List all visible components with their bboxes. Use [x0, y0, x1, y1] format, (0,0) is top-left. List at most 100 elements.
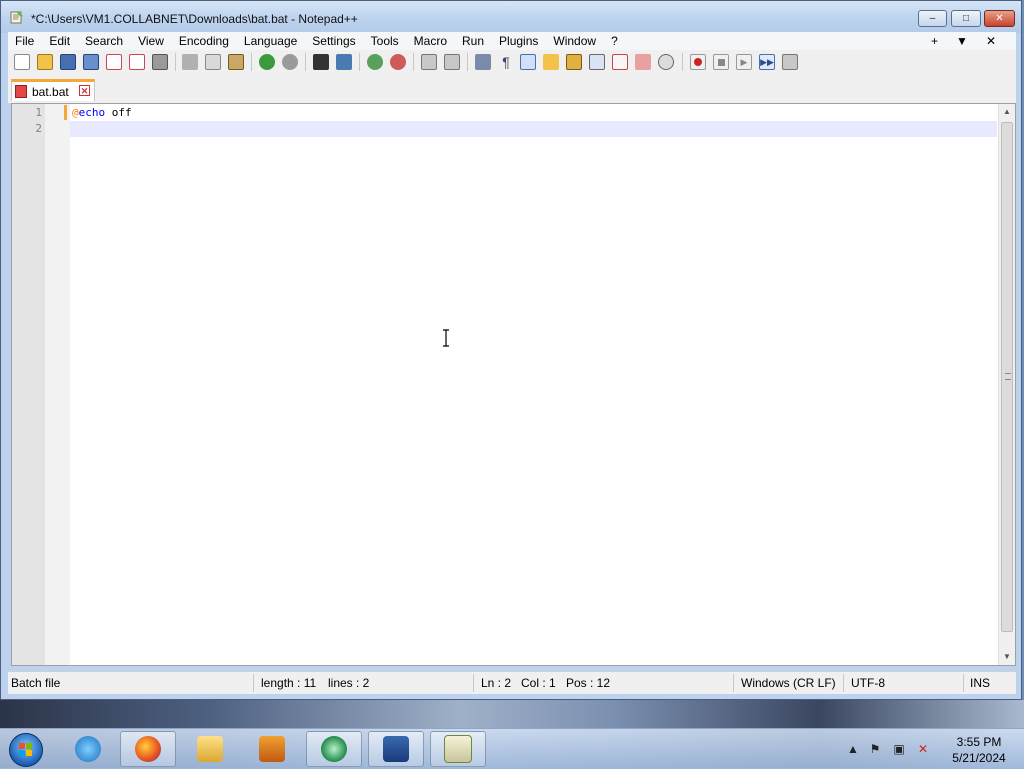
monitoring-icon[interactable] [635, 54, 651, 70]
play-macro-icon[interactable]: ▶ [736, 54, 752, 70]
notepadpp-app-icon [10, 11, 23, 24]
menu-window[interactable]: Window [546, 32, 604, 50]
menu-edit[interactable]: Edit [42, 32, 78, 50]
scroll-thumb[interactable] [1001, 122, 1013, 632]
taskbar-firefox[interactable] [120, 731, 176, 767]
print-icon[interactable] [152, 54, 168, 70]
menu-bar: File Edit Search View Encoding Language … [8, 32, 1016, 50]
record-dot [694, 58, 702, 66]
sync-horizontal-icon[interactable] [444, 54, 460, 70]
menu-plugins[interactable]: Plugins [492, 32, 546, 50]
menu-run[interactable]: Run [455, 32, 492, 50]
toolbar: ¶ ▶ ▶▶ [8, 50, 1016, 76]
code-line[interactable]: @echo off [72, 106, 132, 119]
tab-list-dropdown-icon[interactable]: ▼ [956, 32, 968, 50]
save-icon[interactable] [60, 54, 76, 70]
user-language-icon[interactable] [543, 54, 559, 70]
status-eol[interactable]: Windows (CR LF) [741, 676, 836, 690]
stop-macro-icon[interactable] [713, 54, 729, 70]
scroll-down-icon[interactable]: ▼ [999, 649, 1015, 665]
eye-icon[interactable] [658, 54, 674, 70]
close-button[interactable]: ✕ [984, 10, 1015, 27]
taskbar-file-explorer[interactable] [182, 731, 238, 767]
batch-at-symbol: @ [72, 106, 79, 119]
menu-tools[interactable]: Tools [364, 32, 407, 50]
status-ln: Ln : 2 [481, 676, 512, 690]
scroll-up-icon[interactable]: ▲ [999, 104, 1015, 120]
menu-help[interactable]: ? [604, 32, 626, 50]
window-title: *C:\Users\VM1.COLLABNET\Downloads\bat.ba… [31, 12, 358, 26]
save-all-icon[interactable] [83, 54, 99, 70]
undo-icon[interactable] [259, 54, 275, 70]
start-button[interactable] [9, 733, 43, 767]
document-map-icon[interactable] [566, 54, 582, 70]
menu-encoding[interactable]: Encoding [172, 32, 237, 50]
new-file-icon[interactable] [14, 54, 30, 70]
show-hidden-icons-icon[interactable]: ▲ [846, 742, 860, 756]
function-list-icon[interactable] [589, 54, 605, 70]
network-icon[interactable]: ▣ [892, 742, 906, 756]
title-bar[interactable]: *C:\Users\VM1.COLLABNET\Downloads\bat.ba… [1, 1, 1021, 33]
zoom-out-icon[interactable] [390, 54, 406, 70]
action-center-flag-icon[interactable]: ⚑ [868, 742, 882, 756]
tab-close-icon[interactable]: ✕ [79, 85, 90, 96]
menu-macro[interactable]: Macro [407, 32, 455, 50]
menu-file[interactable]: File [8, 32, 42, 50]
status-separator [253, 674, 254, 692]
editor-area[interactable]: 1 2 @echo off ▲ ▼ [11, 103, 1016, 666]
taskbar-app-blue[interactable] [368, 731, 424, 767]
close-doc-icon[interactable]: ✕ [986, 32, 996, 50]
close-icon: ✕ [995, 13, 1004, 24]
vertical-scrollbar[interactable]: ▲ ▼ [998, 104, 1015, 665]
run-macro-multiple-icon[interactable]: ▶▶ [759, 54, 775, 70]
code-text: off [105, 106, 132, 119]
status-insert-mode[interactable]: INS [970, 676, 990, 690]
show-all-chars-icon[interactable]: ¶ [498, 54, 514, 70]
menu-search[interactable]: Search [78, 32, 131, 50]
taskbar-media-player[interactable] [244, 731, 300, 767]
taskbar-notepadpp[interactable] [430, 731, 486, 767]
save-macro-icon[interactable] [782, 54, 798, 70]
replace-icon[interactable] [336, 54, 352, 70]
clock-time: 3:55 PM [956, 735, 1002, 749]
taskbar-internet-explorer[interactable] [60, 731, 116, 767]
menu-view[interactable]: View [131, 32, 172, 50]
tab-bat-bat[interactable]: bat.bat ✕ [11, 79, 95, 101]
record-macro-icon[interactable] [690, 54, 706, 70]
cut-icon[interactable] [182, 54, 198, 70]
toolbar-separator [359, 53, 360, 71]
indent-guide-icon[interactable] [520, 54, 536, 70]
new-tab-plus-icon[interactable]: + [931, 32, 938, 50]
clock[interactable]: 3:55 PM 5/21/2024 [944, 734, 1014, 766]
open-file-icon[interactable] [37, 54, 53, 70]
notepadpp-window: *C:\Users\VM1.COLLABNET\Downloads\bat.ba… [0, 0, 1022, 700]
menu-language[interactable]: Language [237, 32, 305, 50]
menubar-right-controls: + ▼ ✕ [931, 32, 996, 50]
menu-settings[interactable]: Settings [305, 32, 363, 50]
minimize-icon: – [929, 13, 936, 24]
close-all-icon[interactable] [129, 54, 145, 70]
internet-explorer-icon [75, 736, 101, 762]
zoom-in-icon[interactable] [367, 54, 383, 70]
copy-icon[interactable] [205, 54, 221, 70]
line-number-gutter: 1 2 [12, 104, 45, 665]
maximize-button[interactable]: □ [951, 10, 981, 27]
status-bar: Batch file length : 11 lines : 2 Ln : 2 … [8, 671, 1016, 694]
notepadpp-icon [444, 735, 472, 763]
tab-bar: bat.bat ✕ [8, 75, 1016, 103]
batch-keyword: echo [78, 106, 106, 119]
sync-vertical-icon[interactable] [421, 54, 437, 70]
paste-icon[interactable] [228, 54, 244, 70]
current-line-highlight [70, 121, 997, 137]
redo-icon[interactable] [282, 54, 298, 70]
toolbar-separator [467, 53, 468, 71]
taskbar-app-green[interactable] [306, 731, 362, 767]
find-icon[interactable] [313, 54, 329, 70]
volume-muted-icon[interactable]: ✕ [916, 742, 930, 756]
word-wrap-icon[interactable] [475, 54, 491, 70]
folder-workspace-icon[interactable] [612, 54, 628, 70]
stop-square [718, 59, 725, 66]
status-encoding[interactable]: UTF-8 [851, 676, 885, 690]
close-file-icon[interactable] [106, 54, 122, 70]
minimize-button[interactable]: – [918, 10, 947, 27]
